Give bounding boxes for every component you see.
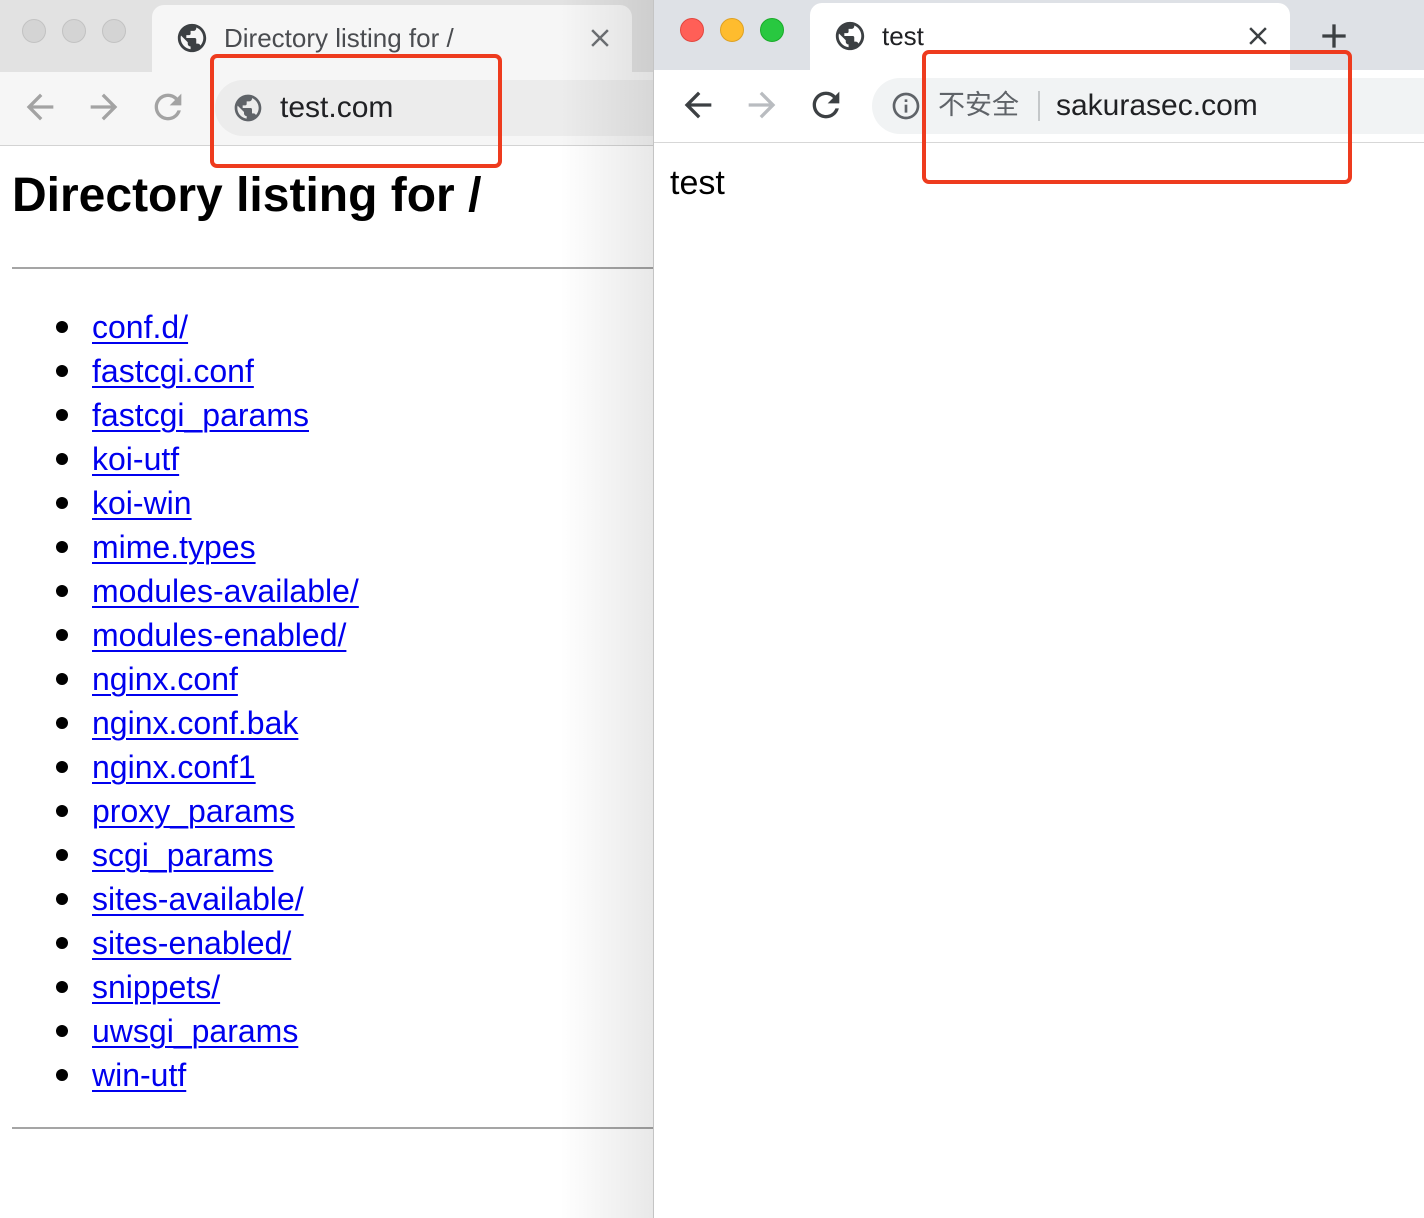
minimize-window-button[interactable] xyxy=(62,19,86,43)
arrow-forward-icon[interactable] xyxy=(742,85,782,125)
globe-icon xyxy=(833,19,867,53)
file-link[interactable]: koi-utf xyxy=(92,437,179,481)
page-body-text: test xyxy=(670,164,725,202)
page-heading: Directory listing for / xyxy=(12,169,482,222)
address-separator xyxy=(1038,91,1040,121)
list-item: conf.d/ xyxy=(0,305,654,349)
list-item: modules-available/ xyxy=(0,569,654,613)
tab-strip: test xyxy=(654,0,1424,70)
list-item: nginx.conf.bak xyxy=(0,701,654,745)
file-link[interactable]: scgi_params xyxy=(92,833,273,877)
file-link[interactable]: fastcgi_params xyxy=(92,393,309,437)
file-link[interactable]: uwsgi_params xyxy=(92,1009,298,1053)
list-bullet xyxy=(56,805,68,817)
file-link[interactable]: koi-win xyxy=(92,481,192,525)
list-bullet xyxy=(56,761,68,773)
tab-test[interactable]: test xyxy=(810,3,1290,70)
divider xyxy=(12,1127,654,1129)
close-window-button[interactable] xyxy=(680,18,704,42)
file-link[interactable]: sites-available/ xyxy=(92,877,304,921)
file-link[interactable]: win-utf xyxy=(92,1053,186,1097)
list-bullet xyxy=(56,717,68,729)
file-link[interactable]: nginx.conf.bak xyxy=(92,701,298,745)
plus-icon[interactable] xyxy=(1314,16,1354,56)
list-bullet xyxy=(56,585,68,597)
list-item: snippets/ xyxy=(0,965,654,1009)
browser-window-left: Directory listing for / test.com Directo… xyxy=(0,0,654,1218)
browser-window-right: test 不安全 sakurasec.com test xyxy=(654,0,1424,1218)
file-link[interactable]: sites-enabled/ xyxy=(92,921,291,965)
list-item: fastcgi.conf xyxy=(0,349,654,393)
file-link[interactable]: proxy_params xyxy=(92,789,295,833)
list-item: sites-available/ xyxy=(0,877,654,921)
arrow-back-icon[interactable] xyxy=(678,85,718,125)
file-link[interactable]: fastcgi.conf xyxy=(92,349,254,393)
security-label[interactable]: 不安全 xyxy=(938,78,1019,134)
address-url[interactable]: sakurasec.com xyxy=(1056,78,1258,134)
zoom-window-button[interactable] xyxy=(102,19,126,43)
file-link[interactable]: nginx.conf1 xyxy=(92,745,256,789)
list-bullet xyxy=(56,409,68,421)
list-bullet xyxy=(56,453,68,465)
tab-strip: Directory listing for / xyxy=(0,0,654,72)
tab-directory-listing[interactable]: Directory listing for / xyxy=(152,5,632,72)
file-link[interactable]: modules-enabled/ xyxy=(92,613,346,657)
address-url[interactable]: test.com xyxy=(280,80,393,136)
list-item: nginx.conf xyxy=(0,657,654,701)
address-bar[interactable]: test.com xyxy=(215,80,654,136)
list-item: modules-enabled/ xyxy=(0,613,654,657)
list-bullet xyxy=(56,673,68,685)
list-bullet xyxy=(56,497,68,509)
list-bullet xyxy=(56,937,68,949)
desktop-screen: Directory listing for / test.com Directo… xyxy=(0,0,1424,1218)
list-item: scgi_params xyxy=(0,833,654,877)
info-icon[interactable] xyxy=(890,90,922,122)
list-bullet xyxy=(56,849,68,861)
list-bullet xyxy=(56,541,68,553)
globe-icon xyxy=(232,92,264,124)
tab-title: test xyxy=(882,21,924,51)
file-link[interactable]: conf.d/ xyxy=(92,305,188,349)
list-bullet xyxy=(56,1025,68,1037)
file-link[interactable]: nginx.conf xyxy=(92,657,238,701)
divider xyxy=(12,267,654,269)
list-item: sites-enabled/ xyxy=(0,921,654,965)
arrow-forward-icon[interactable] xyxy=(84,87,124,127)
list-item: mime.types xyxy=(0,525,654,569)
list-item: koi-win xyxy=(0,481,654,525)
toolbar: test.com xyxy=(0,72,654,146)
list-bullet xyxy=(56,981,68,993)
reload-icon[interactable] xyxy=(148,87,188,127)
close-icon[interactable] xyxy=(585,23,615,53)
list-bullet xyxy=(56,893,68,905)
file-list: conf.d/ fastcgi.conf fastcgi_params koi-… xyxy=(0,305,654,1097)
list-bullet xyxy=(56,321,68,333)
list-bullet xyxy=(56,1069,68,1081)
file-link[interactable]: modules-available/ xyxy=(92,569,359,613)
globe-icon xyxy=(175,21,209,55)
reload-icon[interactable] xyxy=(806,85,846,125)
close-icon[interactable] xyxy=(1243,21,1273,51)
list-bullet xyxy=(56,365,68,377)
list-item: proxy_params xyxy=(0,789,654,833)
list-item: uwsgi_params xyxy=(0,1009,654,1053)
list-item: fastcgi_params xyxy=(0,393,654,437)
file-link[interactable]: snippets/ xyxy=(92,965,220,1009)
list-bullet xyxy=(56,629,68,641)
toolbar: 不安全 sakurasec.com xyxy=(654,70,1424,143)
list-item: win-utf xyxy=(0,1053,654,1097)
list-item: koi-utf xyxy=(0,437,654,481)
list-item: nginx.conf1 xyxy=(0,745,654,789)
zoom-window-button[interactable] xyxy=(760,18,784,42)
tab-title: Directory listing for / xyxy=(224,23,454,53)
arrow-back-icon[interactable] xyxy=(20,87,60,127)
file-link[interactable]: mime.types xyxy=(92,525,256,569)
close-window-button[interactable] xyxy=(22,19,46,43)
address-bar[interactable]: 不安全 sakurasec.com xyxy=(872,78,1424,134)
minimize-window-button[interactable] xyxy=(720,18,744,42)
